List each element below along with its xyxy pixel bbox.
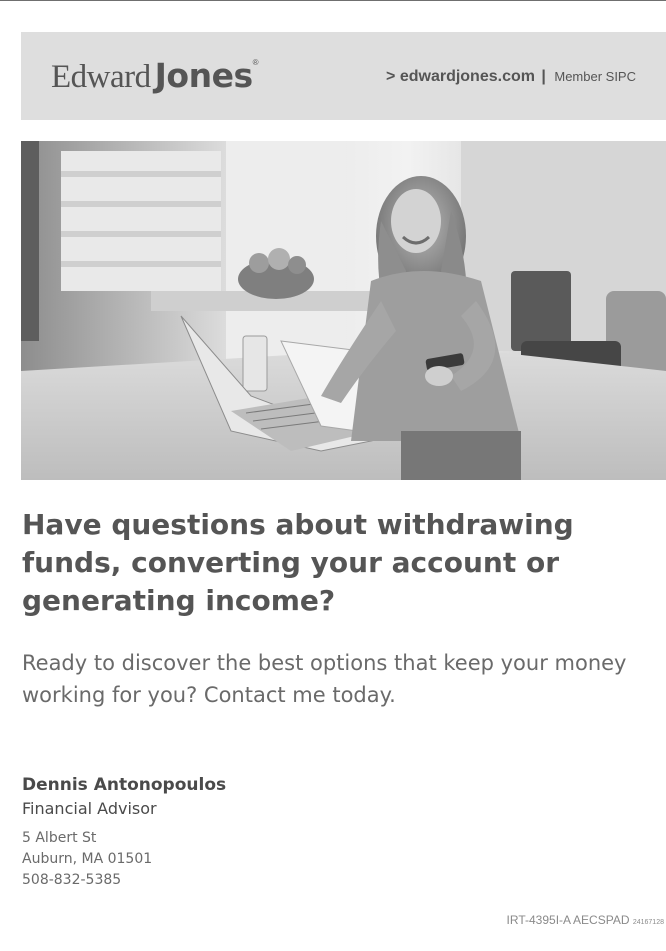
woman-with-laptop-photo bbox=[21, 141, 666, 480]
edward-jones-logo[interactable]: Edward Jones® bbox=[51, 56, 259, 96]
top-divider bbox=[0, 0, 666, 1]
footer-code-main: IRT-4395I-A AECSPAD bbox=[506, 913, 630, 927]
lead-paragraph: Ready to discover the best options that … bbox=[22, 651, 627, 707]
photo-illustration bbox=[21, 141, 666, 480]
advisor-name: Dennis Antonopoulos bbox=[22, 775, 227, 795]
advisor-title: Financial Advisor bbox=[22, 799, 157, 818]
footer-code: IRT-4395I-A AECSPAD 24167128 bbox=[507, 913, 664, 927]
logo-word-jones: Jones bbox=[154, 56, 253, 95]
footer-code-small: 24167128 bbox=[632, 919, 664, 926]
site-line: > edwardjones.com | Member SIPC bbox=[386, 68, 636, 86]
header-band: Edward Jones® > edwardjones.com | Member … bbox=[21, 32, 666, 120]
advisor-contact-block: Dennis Antonopoulos Financial Advisor 5 … bbox=[22, 773, 422, 891]
logo-word-edward: Edward bbox=[51, 59, 151, 95]
phone-number[interactable]: 508-832-5385 bbox=[22, 870, 422, 891]
address-city: Auburn, MA 01501 bbox=[22, 851, 153, 867]
address-street: 5 Albert St bbox=[22, 830, 97, 846]
member-sipc-text: Member SIPC bbox=[554, 69, 636, 84]
website-link[interactable]: > edwardjones.com bbox=[386, 68, 535, 85]
header-separator: | bbox=[541, 68, 546, 85]
logo-registered-mark: ® bbox=[252, 58, 259, 67]
headline: Have questions about withdrawing funds, … bbox=[22, 508, 574, 617]
